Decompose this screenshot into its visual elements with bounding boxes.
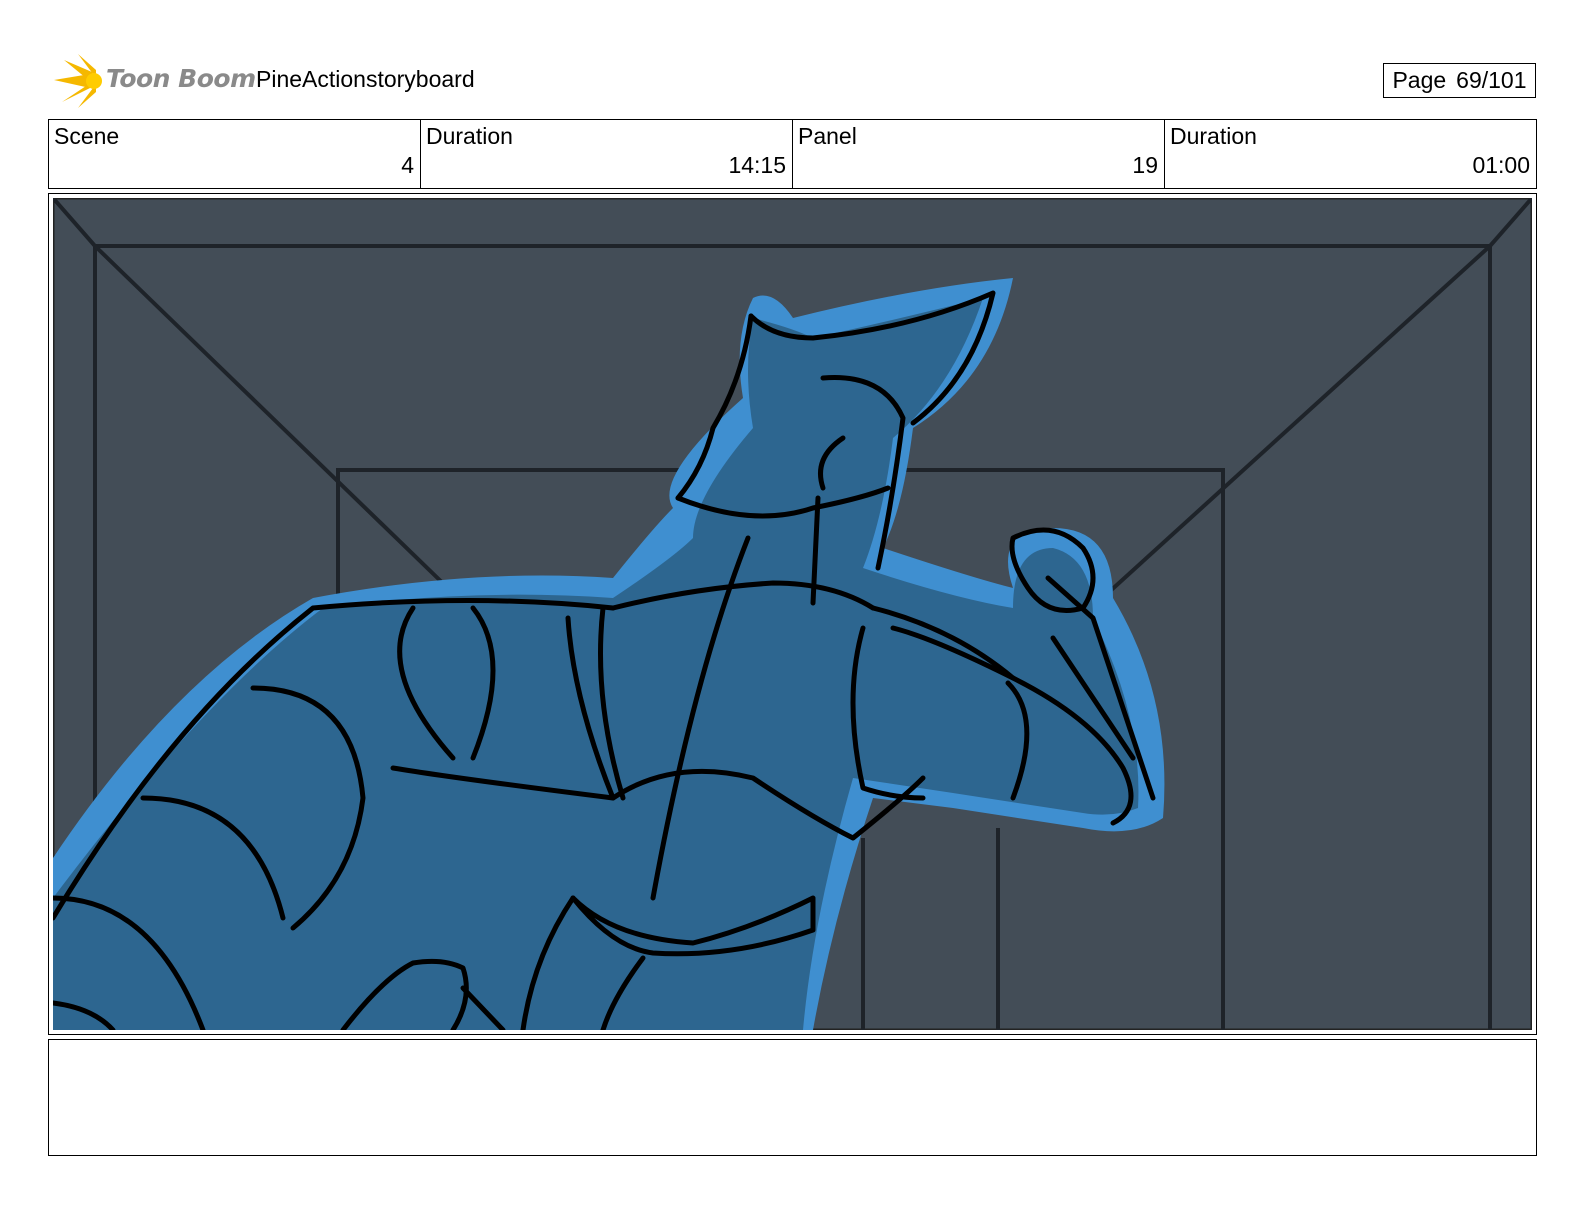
- logo-wordmark: Toon Boom: [106, 64, 256, 93]
- panel-value: 19: [1132, 152, 1158, 178]
- panel-caption-box: [48, 1039, 1537, 1156]
- panel-label: Panel: [798, 123, 857, 149]
- toon-boom-logo: Toon Boom: [50, 54, 256, 108]
- page-number: 69/101: [1456, 67, 1527, 93]
- scene-duration-cell: Duration 14:15: [420, 120, 792, 188]
- scene-info-table: Scene 4 Duration 14:15 Panel 19 Duration…: [48, 119, 1537, 189]
- storyboard-panel: [48, 193, 1537, 1035]
- scene-label: Scene: [54, 123, 120, 149]
- panel-duration-cell: Duration 01:00: [1164, 120, 1536, 188]
- page-indicator: Page 69/101: [1383, 63, 1536, 98]
- scene-value: 4: [401, 152, 414, 178]
- panel-drawing: [53, 198, 1532, 1030]
- scene-duration-value: 14:15: [728, 152, 786, 178]
- panel-duration-label: Duration: [1170, 123, 1257, 149]
- scene-duration-label: Duration: [426, 123, 513, 149]
- page-label: Page: [1392, 67, 1447, 93]
- panel-cell: Panel 19: [792, 120, 1164, 188]
- panel-duration-value: 01:00: [1472, 152, 1530, 178]
- project-title: PineActionstoryboard: [256, 66, 475, 92]
- sunburst-icon: [54, 54, 102, 108]
- scene-cell: Scene 4: [49, 120, 420, 188]
